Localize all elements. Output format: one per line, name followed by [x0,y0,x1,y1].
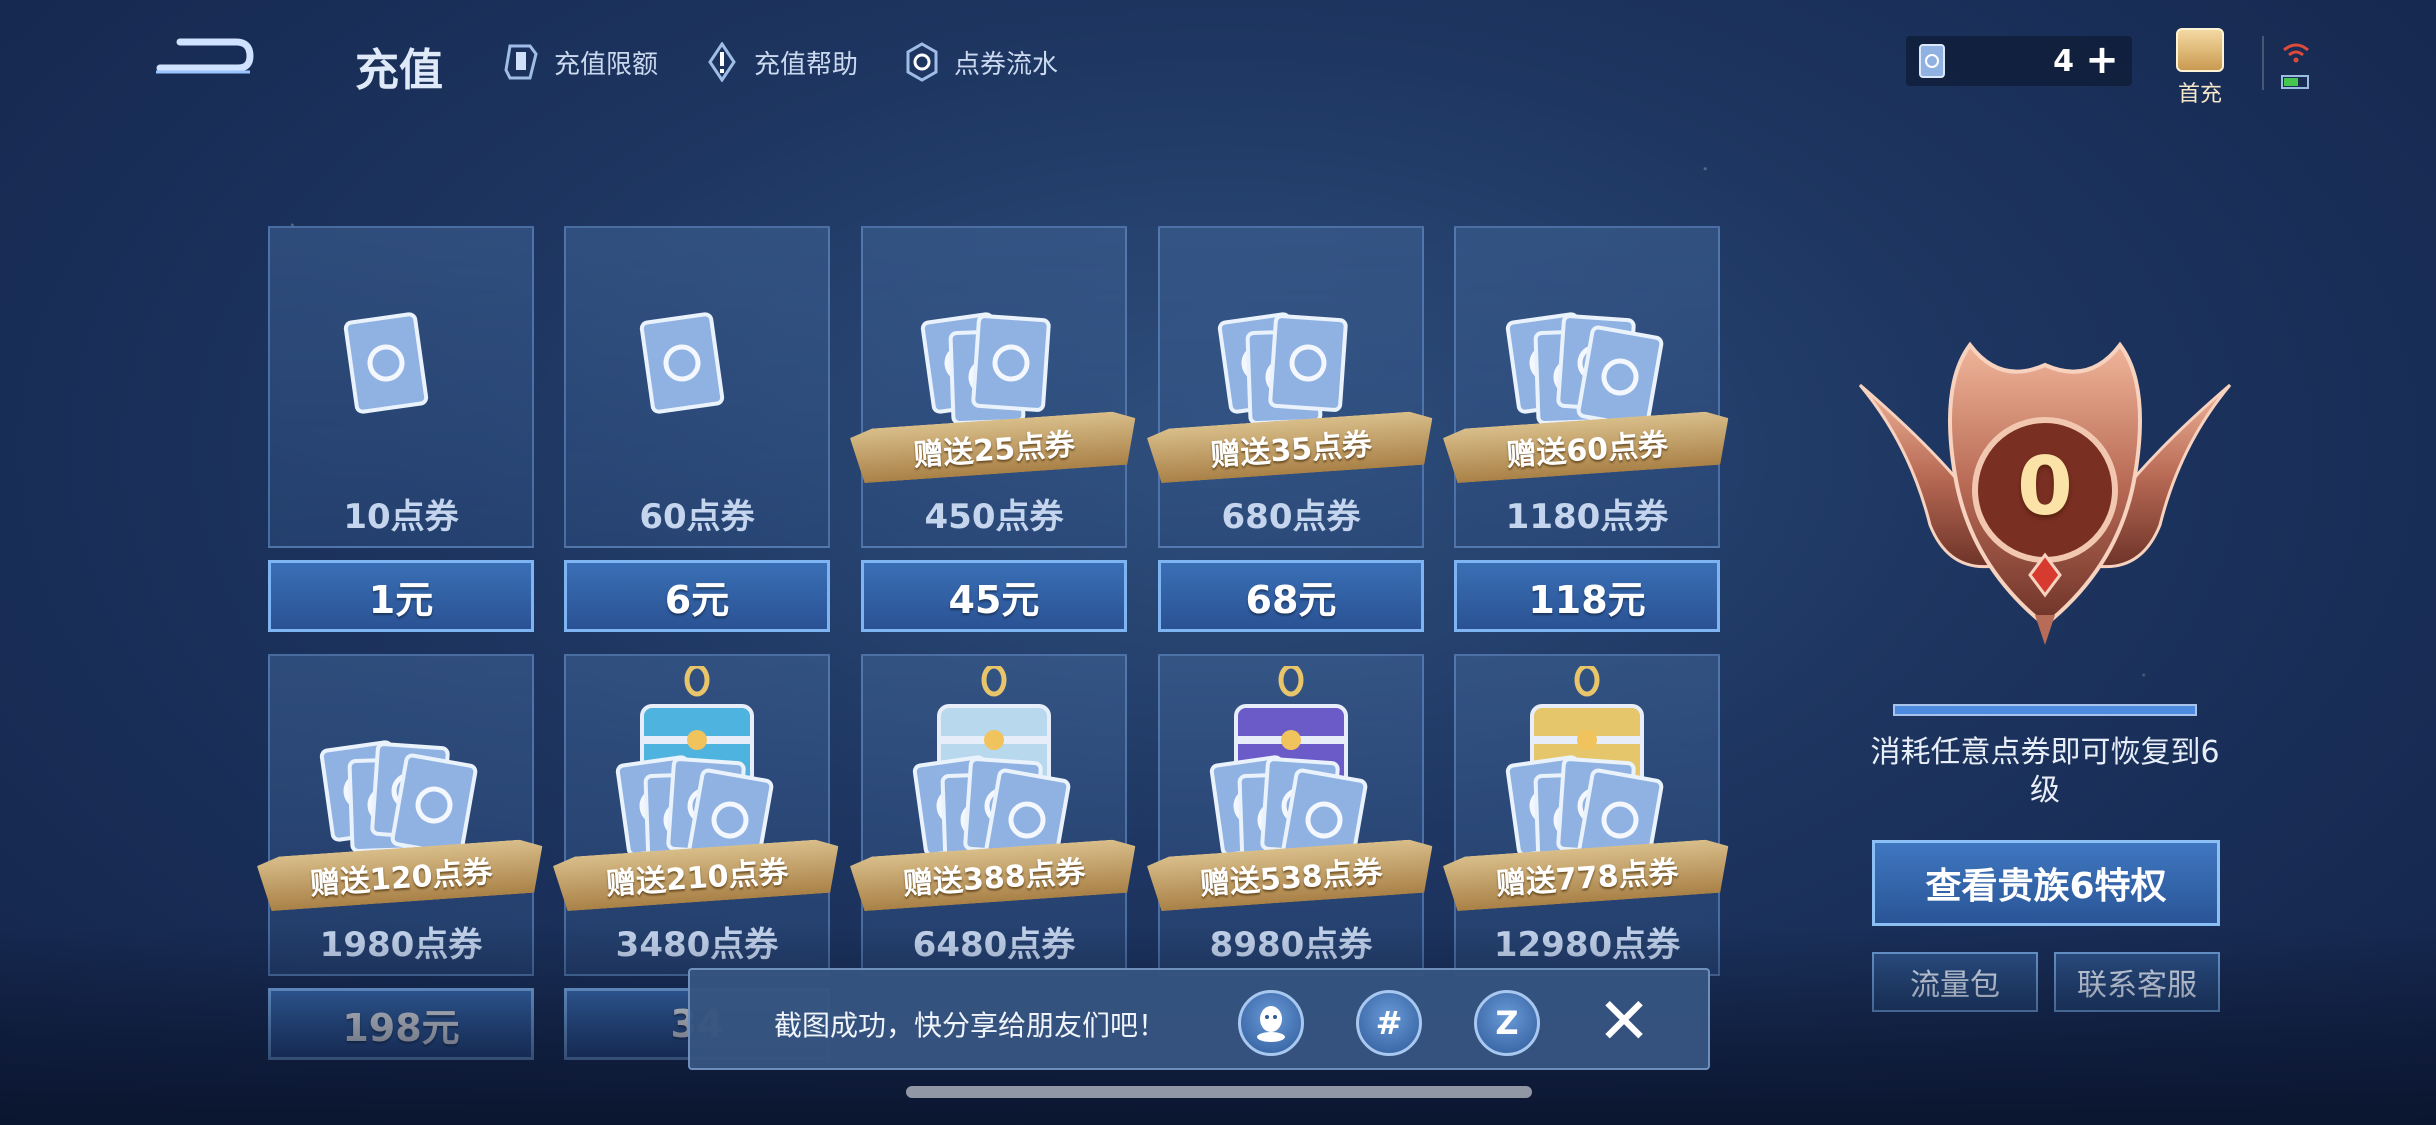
bonus-ribbon: 赠送778点券 [1442,838,1731,912]
bonus-ribbon: 赠送60点券 [1442,410,1731,484]
price-button[interactable]: 118元 [1454,560,1720,632]
coupon-cards-icon [301,278,501,482]
recharge-help-label: 充值帮助 [754,49,859,80]
coupon-cards-icon [597,278,797,482]
first-charge-label: 首充 [2177,82,2222,107]
package-amount: 8980点券 [1209,925,1373,965]
package-amount: 10点券 [343,497,459,537]
package-amount: 680点券 [1221,497,1361,537]
recharge-package-card[interactable]: 1180点券 赠送60点券 [1454,226,1720,548]
coupon-balance: 4 + [1906,36,2132,86]
customer-service-button[interactable]: 联系客服 [2054,952,2220,1012]
package-amount: 6480点券 [912,925,1076,965]
first-charge-button[interactable]: 首充 [2170,24,2230,107]
recharge-limit-label: 充值限额 [554,49,659,80]
price-button[interactable]: 6元 [564,560,830,632]
add-coupon-button[interactable]: + [2082,40,2122,80]
package-amount: 1980点券 [319,925,483,965]
recharge-help-link[interactable]: 充值帮助 [700,40,858,84]
qq-share-icon[interactable] [1238,990,1304,1056]
price-button[interactable]: 1元 [268,560,534,632]
price-button[interactable]: 45元 [861,560,1127,632]
price-button[interactable]: 198元 [268,988,534,1060]
price-button[interactable]: 68元 [1158,560,1424,632]
gift-chest-icon [2176,28,2224,72]
coupon-chest-icon [1191,663,1391,872]
package-amount: 1180点券 [1505,497,1669,537]
package-amount: 450点券 [924,497,1064,537]
exclamation-icon [700,40,744,84]
back-arrow-icon [156,38,254,74]
divider [2262,36,2264,90]
bonus-ribbon: 赠送388点券 [849,838,1138,912]
bonus-ribbon: 赠送25点券 [849,410,1138,484]
recharge-package-card[interactable]: 10点券 [268,226,534,548]
wechat-moments-share-icon[interactable]: # [1356,990,1422,1056]
top-bar: 充值 充值限额 充值帮助 点券流水 4 + 首充 [0,0,2436,130]
bonus-ribbon: 赠送210点券 [552,838,841,912]
network-status-icon [2281,43,2309,89]
bonus-ribbon: 赠送35点券 [1146,410,1435,484]
data-pack-button[interactable]: 流量包 [1872,952,2038,1012]
coupon-chest-icon [894,663,1094,872]
recharge-package-card[interactable]: 450点券 赠送25点券 [861,226,1127,548]
recharge-package-card[interactable]: 6480点券 赠送388点券 [861,654,1127,976]
coupon-record-icon [900,40,944,84]
back-button[interactable] [150,28,260,88]
coupon-icon [1919,44,1945,78]
coupon-chest-icon [597,663,797,872]
close-icon[interactable]: ✕ [1590,988,1658,1056]
toast-message: 截图成功，快分享给朋友们吧！ [774,1009,1167,1042]
bonus-ribbon: 赠送120点券 [256,838,545,912]
page-title: 充值 [355,45,443,96]
qzone-share-icon[interactable]: Z [1474,990,1540,1056]
coupon-history-label: 点券流水 [954,49,1059,80]
package-amount: 12980点券 [1493,925,1681,965]
package-amount: 60点券 [639,497,755,537]
recharge-package-card[interactable]: 1980点券 赠送120点券 [268,654,534,976]
recharge-limit-link[interactable]: 充值限额 [500,40,658,84]
coupon-balance-value: 4 [2053,44,2074,79]
noble-restore-text: 消耗任意点券即可恢复到6级 [1870,735,2220,808]
recharge-package-card[interactable]: 8980点券 赠送538点券 [1158,654,1424,976]
recharge-package-card[interactable]: 3480点券 赠送210点券 [564,654,830,976]
coupon-history-link[interactable]: 点券流水 [900,40,1058,84]
coupon-icon [500,40,544,84]
package-amount: 3480点券 [615,925,779,965]
screenshot-share-toast: 截图成功，快分享给朋友们吧！ # Z ✕ [688,968,1710,1070]
coupon-chest-icon [1487,663,1687,872]
recharge-package-card[interactable]: 680点券 赠送35点券 [1158,226,1424,548]
home-indicator[interactable] [906,1086,1532,1098]
bonus-ribbon: 赠送538点券 [1146,838,1435,912]
view-noble-privilege-button[interactable]: 查看贵族6特权 [1872,840,2220,926]
noble-progress-bar [1893,704,2197,716]
recharge-package-card[interactable]: 12980点券 赠送778点券 [1454,654,1720,976]
noble-level-value: 0 [2017,440,2073,533]
recharge-package-card[interactable]: 60点券 [564,226,830,548]
